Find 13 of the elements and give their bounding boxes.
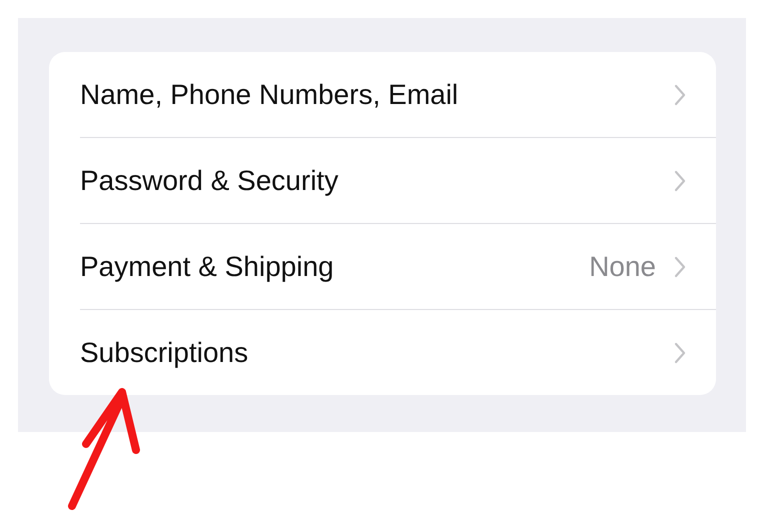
row-label: Password & Security xyxy=(80,164,340,198)
settings-row[interactable]: Payment & Shipping None xyxy=(80,224,716,310)
chevron-icon xyxy=(674,170,686,192)
settings-row[interactable]: Subscriptions xyxy=(80,310,716,396)
chevron-icon xyxy=(674,84,686,106)
chevron-icon xyxy=(674,342,686,364)
row-value: None xyxy=(589,250,656,284)
settings-row[interactable]: Name, Phone Numbers, Email xyxy=(80,52,716,138)
settings-row[interactable]: Password & Security xyxy=(80,138,716,224)
row-label: Name, Phone Numbers, Email xyxy=(80,78,460,112)
row-label: Subscriptions xyxy=(80,336,250,370)
chevron-icon xyxy=(674,256,686,278)
row-label: Payment & Shipping xyxy=(80,250,335,284)
